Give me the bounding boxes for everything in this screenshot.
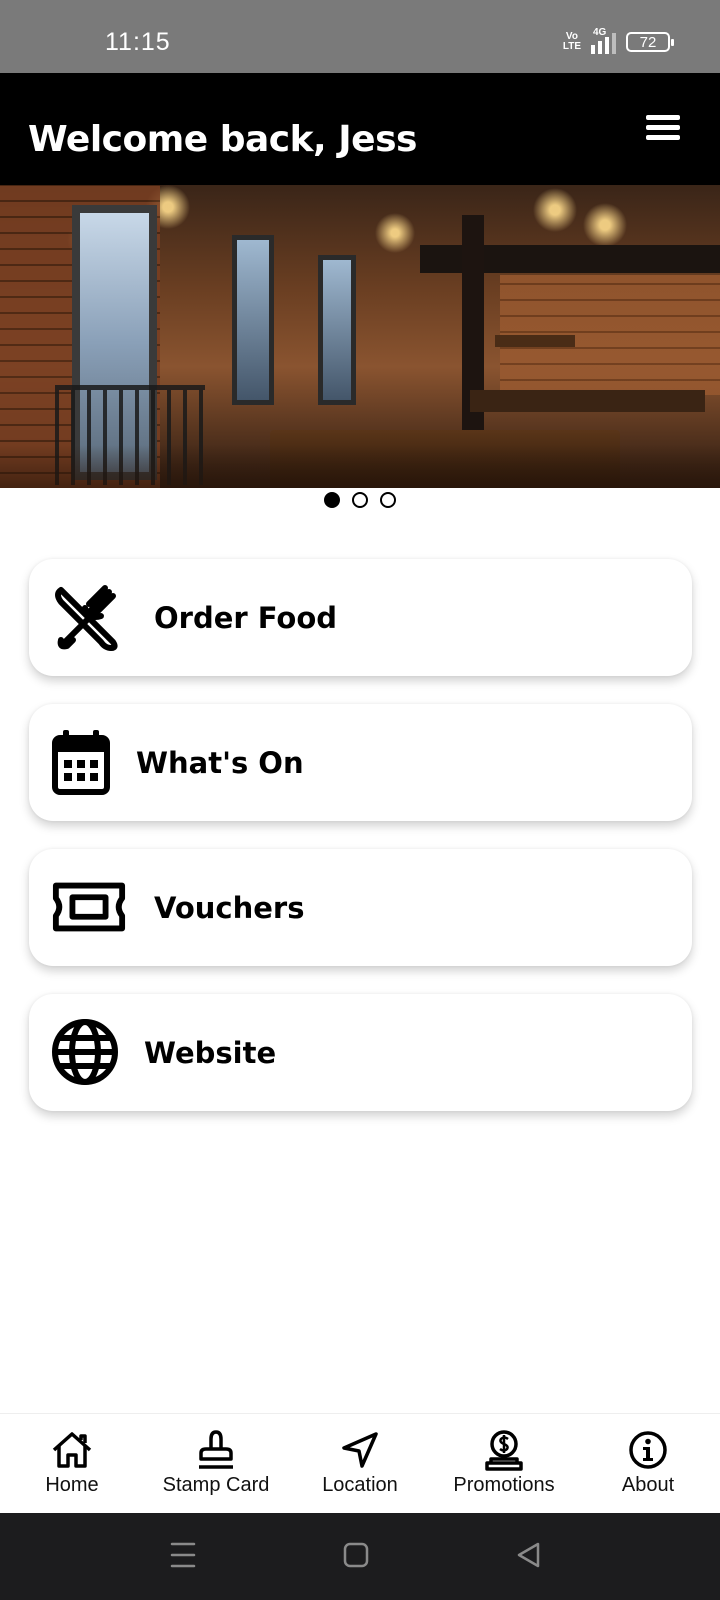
status-time: 11:15 (105, 28, 171, 56)
app-header: Welcome back, Jess (0, 73, 720, 185)
home-icon (50, 1428, 94, 1472)
battery-level: 72 (639, 33, 657, 51)
nav-about[interactable]: About (576, 1414, 720, 1513)
order-food-button[interactable]: Order Food (29, 559, 692, 676)
globe-icon (51, 1016, 127, 1088)
hamburger-menu-icon[interactable] (646, 115, 680, 143)
order-food-label: Order Food (154, 600, 338, 635)
carousel-dot-1[interactable] (324, 492, 340, 508)
nav-location-label: Location (322, 1474, 398, 1496)
signal-icon: 4G (591, 27, 616, 54)
ticket-icon (51, 871, 127, 943)
nav-promotions-label: Promotions (453, 1474, 555, 1496)
vouchers-label: Vouchers (154, 890, 305, 925)
battery-icon: 72 (626, 32, 674, 52)
main-menu: Order Food What's On Vouchers Website (29, 559, 692, 1139)
nav-promotions[interactable]: Promotions (432, 1414, 576, 1513)
nav-home-label: Home (45, 1474, 99, 1496)
system-navigation-bar (0, 1513, 720, 1600)
carousel-dot-3[interactable] (380, 492, 396, 508)
nav-home[interactable]: Home (0, 1414, 144, 1513)
home-button-icon[interactable] (343, 1541, 369, 1573)
page-title: Welcome back, Jess (28, 119, 417, 160)
back-icon[interactable] (516, 1541, 542, 1573)
carousel-indicator (0, 492, 720, 508)
whats-on-label: What's On (136, 745, 304, 780)
stamp-icon (194, 1428, 238, 1472)
recent-apps-icon[interactable] (170, 1541, 196, 1573)
status-indicators: Vo LTE 4G 72 (562, 27, 674, 54)
vouchers-button[interactable]: Vouchers (29, 849, 692, 966)
volte-indicator: Vo LTE (562, 31, 581, 52)
location-arrow-icon (338, 1428, 382, 1472)
status-bar: 11:15 Vo LTE 4G 72 (0, 0, 720, 73)
info-icon (626, 1428, 670, 1472)
hero-carousel-image[interactable] (0, 185, 720, 488)
carousel-dot-2[interactable] (352, 492, 368, 508)
nav-stamp-card-label: Stamp Card (162, 1474, 270, 1496)
whats-on-button[interactable]: What's On (29, 704, 692, 821)
calendar-icon (51, 726, 127, 798)
website-label: Website (144, 1035, 277, 1070)
nav-stamp-card[interactable]: Stamp Card (144, 1414, 288, 1513)
website-button[interactable]: Website (29, 994, 692, 1111)
network-type: 4G (593, 27, 607, 38)
bottom-navigation: Home Stamp Card Location Promotions Abou… (0, 1413, 720, 1513)
utensils-icon (51, 581, 127, 653)
nav-location[interactable]: Location (288, 1414, 432, 1513)
coin-hand-icon (482, 1428, 526, 1472)
nav-about-label: About (621, 1474, 675, 1496)
